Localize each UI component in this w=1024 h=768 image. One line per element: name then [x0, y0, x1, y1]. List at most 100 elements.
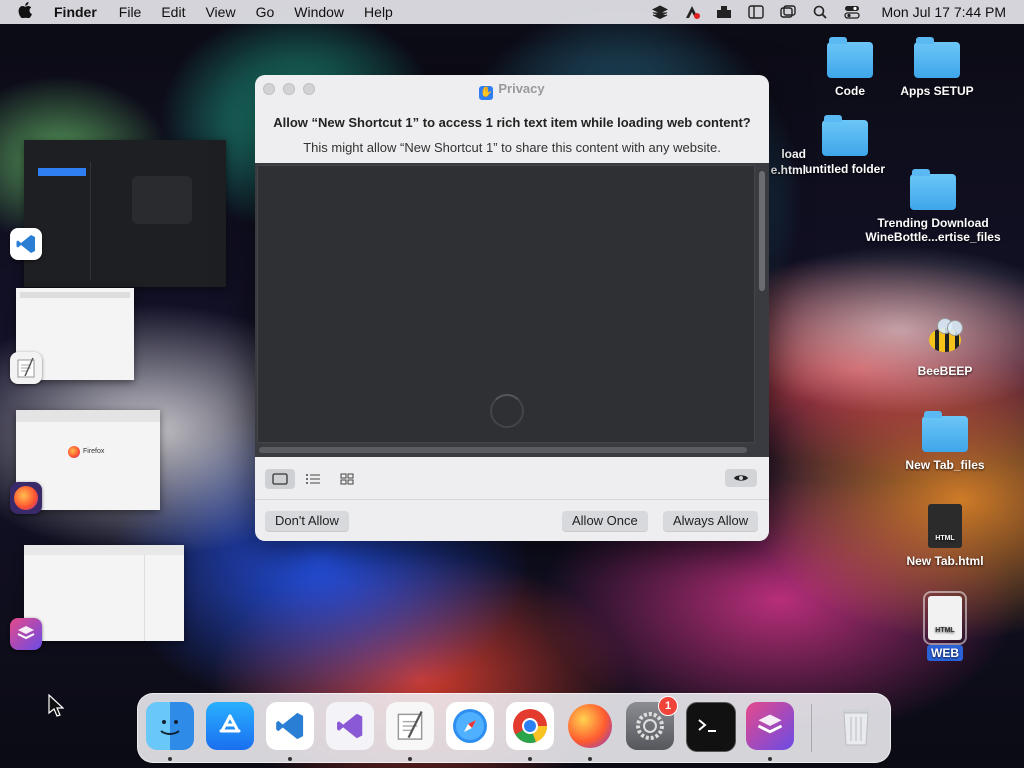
dock-system-settings[interactable]: 1 [626, 696, 678, 750]
running-indicator [528, 757, 532, 761]
finder-icon [160, 720, 180, 735]
apple-menu-icon[interactable] [18, 1, 38, 23]
sidebar-icon[interactable] [747, 4, 765, 20]
bee-icon [923, 318, 967, 358]
dock-terminal[interactable] [686, 702, 736, 752]
grid-view-button[interactable] [332, 469, 362, 489]
desktop-icon-new-tab-files[interactable]: New Tab_files [870, 411, 1020, 472]
dialog-title-text: Privacy [498, 81, 545, 96]
menu-bar: Finder File Edit View Go Window Help Mon… [0, 0, 1024, 24]
menu-window[interactable]: Window [294, 4, 344, 20]
dialog-titlebar: ✋ Privacy [255, 75, 769, 103]
dock-vscode[interactable] [266, 702, 314, 750]
desktop-icon-web[interactable]: HTML WEB [870, 591, 1020, 661]
running-indicator [768, 757, 772, 761]
dock-safari[interactable] [446, 702, 494, 750]
mouse-cursor-icon [48, 693, 65, 723]
always-allow-button[interactable]: Always Allow [663, 511, 759, 531]
terminal-icon [698, 719, 716, 732]
view-mode-bar [255, 457, 769, 500]
search-icon[interactable] [811, 4, 829, 20]
adobe-icon[interactable] [683, 4, 701, 20]
dock: 1 [137, 693, 891, 763]
preview-eye-button[interactable] [725, 469, 757, 487]
vscode-watermark-icon [132, 176, 192, 224]
thumbnail-divider [144, 555, 145, 641]
dont-allow-button[interactable]: Don't Allow [265, 511, 349, 531]
textedit-icon [397, 710, 423, 740]
dock-textedit[interactable] [386, 702, 434, 750]
running-indicator [588, 757, 592, 761]
desktop-icon-label: BeeBEEP [917, 364, 973, 378]
menu-help[interactable]: Help [364, 4, 393, 20]
desktop-icon-label: New Tab_files [905, 458, 985, 472]
dock-firefox[interactable] [566, 702, 614, 750]
thumbnail-vscode-window[interactable] [24, 140, 226, 287]
loading-spinner-icon [490, 394, 524, 428]
thumbnail-shortcuts-window[interactable] [24, 545, 184, 641]
firefox-app-icon[interactable] [10, 482, 42, 514]
thumbnail-toolbar [16, 410, 160, 422]
single-view-button[interactable] [265, 469, 295, 489]
dock-chrome[interactable] [506, 702, 554, 750]
thumbnail-button [38, 168, 86, 176]
vscode-icon [276, 712, 304, 740]
inbox-icon[interactable] [715, 4, 733, 20]
layers-icon[interactable] [651, 4, 669, 20]
visual-studio-icon [337, 713, 363, 739]
html-document-icon: HTML [923, 591, 967, 645]
dialog-title: ✋ Privacy [255, 81, 769, 100]
desktop-icon-new-tab-html[interactable]: HTML New Tab.html [870, 504, 1020, 568]
folder-icon [910, 169, 956, 210]
menu-file[interactable]: File [119, 4, 142, 20]
vscode-app-icon[interactable] [10, 228, 42, 260]
running-indicator [408, 757, 412, 761]
folder-icon [914, 37, 960, 78]
dock-shortcuts[interactable] [746, 702, 794, 750]
desktop-icon-label: Trending Download WineBottle...ertise_fi… [865, 216, 1001, 244]
menu-clock[interactable]: Mon Jul 17 7:44 PM [881, 4, 1006, 20]
list-view-button[interactable] [298, 469, 328, 489]
menu-view[interactable]: View [205, 4, 235, 20]
app-store-icon [219, 714, 241, 733]
hand-icon: ✋ [479, 86, 494, 100]
trash-icon [842, 709, 870, 746]
desktop-icon-label: New Tab.html [906, 554, 984, 568]
menu-go[interactable]: Go [256, 4, 275, 20]
eye-icon [734, 475, 748, 481]
firefox-icon [568, 704, 612, 748]
dock-app-store[interactable] [206, 702, 254, 750]
dialog-headline: Allow “New Shortcut 1” to access 1 rich … [273, 115, 751, 130]
dialog-subline: This might allow “New Shortcut 1” to sha… [303, 140, 721, 155]
dock-divider [811, 704, 812, 752]
menu-app-name[interactable]: Finder [54, 4, 97, 20]
shortcuts-app-icon[interactable] [10, 618, 42, 650]
firefox-icon [68, 446, 80, 458]
control-center-icon[interactable] [843, 4, 861, 20]
desktop-icon-label: Apps SETUP [900, 84, 974, 98]
menu-edit[interactable]: Edit [161, 4, 185, 20]
chrome-icon [513, 709, 548, 744]
thumbnail-toolbar [20, 292, 130, 298]
desktop-icon-trending-download[interactable]: Trending Download WineBottle...ertise_fi… [858, 169, 1008, 244]
desktop-icon-beebeep[interactable]: BeeBEEP [870, 318, 1020, 378]
content-preview-area [255, 163, 769, 457]
thumbnail-toolbar [24, 545, 184, 555]
html-document-icon: HTML [928, 504, 962, 548]
horizontal-scrollbar[interactable] [259, 447, 747, 453]
dock-finder[interactable] [146, 702, 194, 750]
desktop-icon-apps-setup[interactable]: Apps SETUP [862, 37, 1012, 98]
folder-icon [822, 115, 868, 156]
privacy-dialog: ✋ Privacy Allow “New Shortcut 1” to acces… [255, 75, 769, 541]
screens-icon[interactable] [779, 4, 797, 20]
dock-trash[interactable] [832, 702, 880, 750]
thumbnail-divider [90, 162, 91, 280]
textedit-app-icon[interactable] [10, 352, 42, 384]
content-preview [257, 165, 755, 443]
shortcuts-icon [757, 714, 783, 734]
folder-icon [922, 411, 968, 452]
running-indicator [168, 757, 172, 761]
dock-visual-studio[interactable] [326, 702, 374, 750]
allow-once-button[interactable]: Allow Once [562, 511, 648, 531]
vertical-scrollbar[interactable] [759, 171, 765, 291]
